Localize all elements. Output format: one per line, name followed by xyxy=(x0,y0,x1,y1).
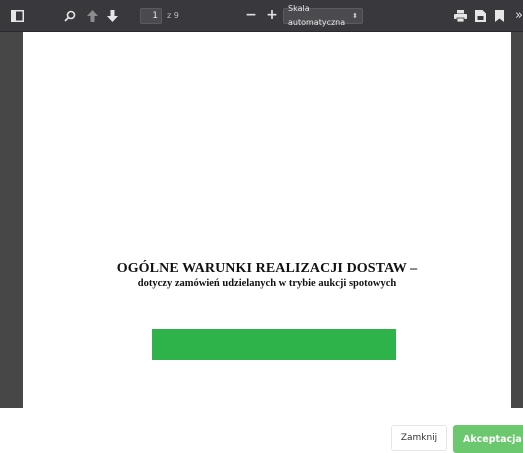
pdf-page: OGÓLNE WARUNKI REALIZACJI DOSTAW – dotyc… xyxy=(23,32,511,408)
document-subtitle: dotyczy zamówień udzielanych w trybie au… xyxy=(137,278,397,289)
zoom-out-button[interactable]: − xyxy=(243,7,259,23)
sidebar-toggle-icon[interactable] xyxy=(9,8,25,24)
pdf-toolbar: 1 z 9 − + Skala automatyczna ⬍ » xyxy=(0,0,523,32)
document-scroll-area[interactable]: OGÓLNE WARUNKI REALIZACJI DOSTAW – dotyc… xyxy=(0,32,523,408)
close-button[interactable]: Zamknij xyxy=(391,425,447,451)
pdf-viewer: 1 z 9 − + Skala automatyczna ⬍ » OGÓLNE … xyxy=(0,0,523,408)
page-total-label: z 9 xyxy=(167,11,179,20)
document-title: OGÓLNE WARUNKI REALIZACJI DOSTAW – xyxy=(116,261,418,276)
dialog-footer: Zamknij Akceptacja xyxy=(0,408,523,453)
zoom-select[interactable]: Skala automatyczna ⬍ xyxy=(283,4,363,27)
more-tools-button[interactable]: » xyxy=(511,7,523,23)
print-icon[interactable] xyxy=(452,8,468,24)
green-highlight-bar xyxy=(152,329,396,360)
download-icon[interactable] xyxy=(472,8,488,24)
chevron-updown-icon: ⬍ xyxy=(352,12,358,20)
zoom-select-value: Skala automatyczna xyxy=(288,4,346,27)
bookmark-icon[interactable] xyxy=(491,8,507,24)
accept-button[interactable]: Akceptacja xyxy=(453,425,523,453)
zoom-in-button[interactable]: + xyxy=(264,7,280,23)
search-icon[interactable] xyxy=(62,8,78,24)
arrow-up-icon[interactable] xyxy=(84,8,100,24)
page-number-input[interactable]: 1 xyxy=(140,8,162,24)
arrow-down-icon[interactable] xyxy=(104,8,120,24)
